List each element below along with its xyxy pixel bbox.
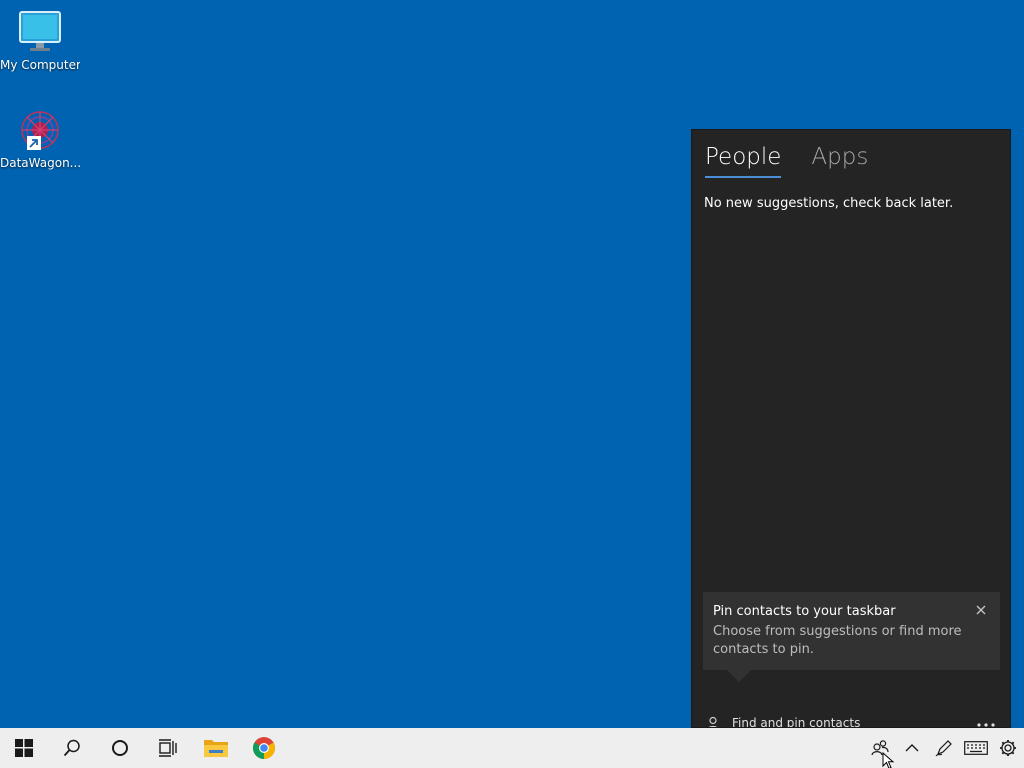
shortcut-arrow-icon [27,136,41,150]
cortana-button[interactable] [96,728,144,768]
settings-button[interactable] [992,728,1024,768]
people-tabs: People Apps [705,144,898,178]
find-and-pin-contacts[interactable]: Find and pin contacts [706,716,861,728]
close-icon[interactable] [974,602,988,616]
empty-suggestions-message: No new suggestions, check back later. [704,196,954,211]
desktop-icon-label: DataWagon... [0,156,80,170]
gear-icon [1000,740,1016,756]
search-icon [63,739,80,757]
task-view-icon [159,739,177,757]
more-options-icon[interactable] [976,714,996,727]
tip-body: Choose from suggestions or find more con… [713,624,962,657]
tab-apps[interactable]: Apps [811,144,868,178]
pen-icon [935,740,952,757]
chevron-up-icon [905,744,919,752]
find-contacts-label: Find and pin contacts [732,716,861,728]
mouse-cursor-icon [882,752,895,768]
datawagon-app-icon [16,106,64,154]
people-flyout: People Apps No new suggestions, check ba… [691,129,1011,728]
keyboard-icon [964,741,988,755]
desktop-icon-my-computer[interactable]: My Computer [0,8,80,72]
file-explorer-button[interactable] [192,728,240,768]
tab-people[interactable]: People [705,144,782,178]
monitor-icon [16,8,64,56]
taskbar [0,728,1024,768]
windows-start-icon [15,739,33,757]
desktop-icon-datawagon[interactable]: DataWagon... [0,106,80,170]
start-button[interactable] [0,728,48,768]
task-view-button[interactable] [144,728,192,768]
windows-ink-button[interactable] [928,728,960,768]
search-button[interactable] [48,728,96,768]
chrome-icon [253,737,275,759]
touch-keyboard-button[interactable] [960,728,992,768]
chrome-button[interactable] [240,728,288,768]
pin-contacts-tip: Pin contacts to your taskbar Choose from… [703,592,1000,682]
cortana-icon [112,740,128,756]
tip-title: Pin contacts to your taskbar [713,604,896,619]
person-icon [708,716,718,727]
desktop-icon-label: My Computer [0,58,80,72]
show-hidden-icons-button[interactable] [896,728,928,768]
file-explorer-icon [204,740,228,757]
